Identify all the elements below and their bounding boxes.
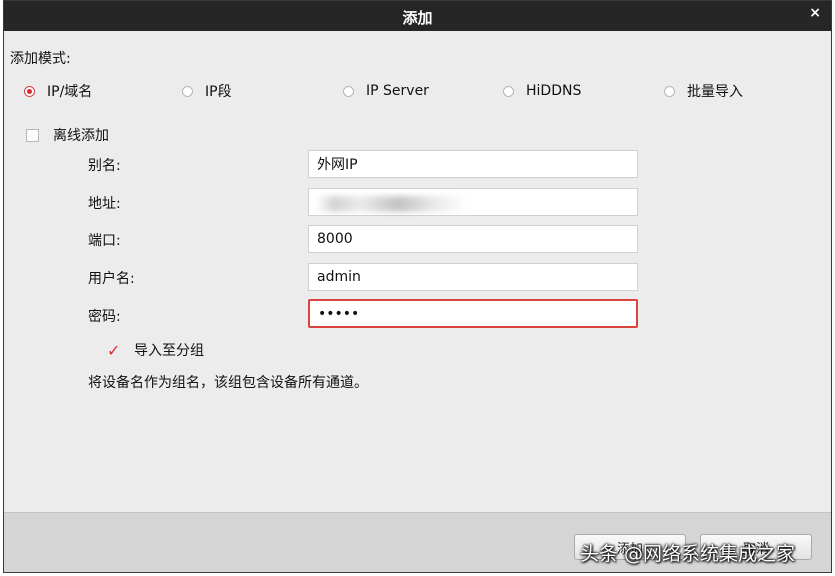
close-icon[interactable]: × [809, 5, 821, 21]
password-label: 密码: [88, 309, 121, 325]
radio-batch-import-label: 批量导入 [687, 84, 743, 100]
radio-unselected-icon [503, 85, 514, 97]
radio-selected-icon [24, 85, 35, 97]
password-input[interactable] [308, 299, 638, 328]
check-icon: ✓ [107, 340, 121, 360]
add-device-dialog: 添加 × 添加模式: IP/域名 IP段 IP Server HiDDNS 批量… [3, 0, 832, 573]
offline-add-checkbox[interactable]: 离线添加 [26, 125, 109, 145]
offline-add-label: 离线添加 [53, 128, 109, 144]
add-button[interactable]: 添加 [574, 534, 686, 560]
username-label: 用户名: [88, 271, 135, 287]
add-mode-label: 添加模式: [10, 51, 71, 67]
import-to-group-label: 导入至分组 [134, 343, 204, 359]
radio-ip-segment-label: IP段 [205, 84, 232, 100]
radio-unselected-icon [182, 85, 193, 97]
address-redaction [316, 196, 466, 212]
radio-unselected-icon [664, 85, 675, 97]
radio-ip-domain-label: IP/域名 [47, 84, 93, 100]
username-input[interactable] [308, 263, 638, 291]
dialog-footer: 添加 取消 [4, 512, 831, 572]
group-note-text: 将设备名作为组名，该组包含设备所有通道。 [88, 375, 368, 391]
radio-ip-server-label: IP Server [366, 83, 429, 99]
alias-label: 别名: [88, 158, 121, 174]
cancel-button[interactable]: 取消 [700, 534, 812, 560]
radio-ip-domain[interactable]: IP/域名 [24, 81, 92, 101]
import-to-group-checkbox[interactable]: ✓ 导入至分组 [107, 340, 204, 360]
radio-hiddns[interactable]: HiDDNS [503, 81, 581, 101]
radio-unselected-icon [343, 85, 354, 97]
port-input[interactable] [308, 225, 638, 253]
checkbox-box [26, 128, 39, 142]
radio-batch-import[interactable]: 批量导入 [664, 81, 743, 101]
title-bar[interactable]: 添加 × [4, 1, 831, 31]
port-label: 端口: [88, 233, 121, 249]
address-label: 地址: [88, 196, 121, 212]
radio-hiddns-label: HiDDNS [526, 83, 582, 99]
radio-ip-server[interactable]: IP Server [343, 81, 429, 101]
checkbox-box: ✓ [107, 340, 121, 360]
alias-input[interactable] [308, 150, 638, 178]
dialog-title: 添加 [402, 9, 433, 27]
radio-ip-segment[interactable]: IP段 [182, 81, 232, 101]
add-mode-radio-group: IP/域名 IP段 IP Server HiDDNS 批量导入 [4, 81, 831, 101]
